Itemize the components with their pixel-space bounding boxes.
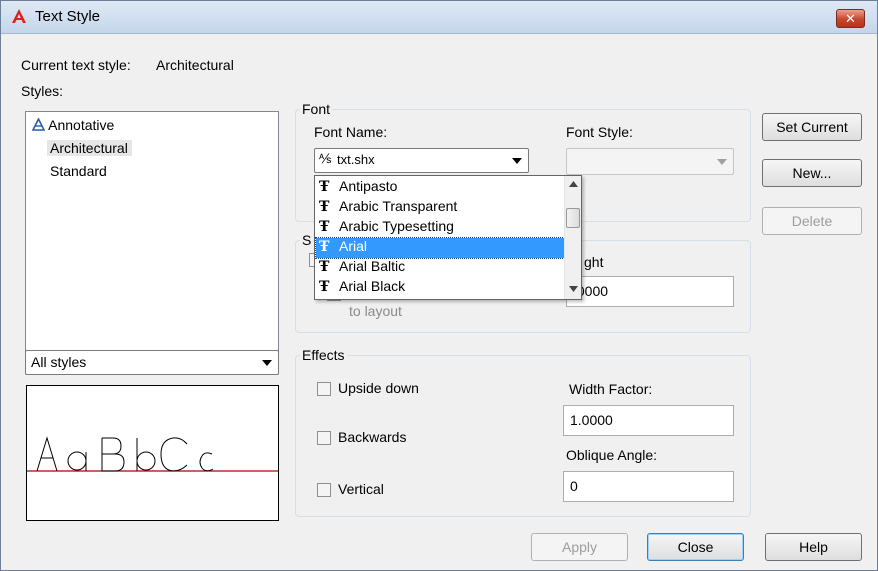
style-architectural: Architectural [50,140,128,156]
scroll-down-icon [569,286,578,292]
paper-height-label: ght [584,254,604,270]
list-item[interactable]: Ŧ Arabic Transparent [316,198,564,218]
close-label: Close [677,539,714,555]
font-name-select[interactable]: ⅍ txt.shx [314,148,529,173]
font-name-dropdown-list[interactable]: Ŧ Antipasto Ŧ Arabic Transparent Ŧ Arabic T… [314,175,582,300]
font-group-title: Font [300,101,333,117]
list-item[interactable]: Ŧ Antipasto [316,178,564,198]
font-option-label: Arial Black [339,278,406,294]
style-annotative: Annotative [48,117,115,133]
upside-down-label: Upside down [338,380,419,396]
font-option-label: Arabic Transparent [339,198,458,214]
styles-label: Styles: [21,83,64,99]
truetype-font-icon: Ŧ [319,179,330,195]
current-style-label: Current text style: [21,57,131,73]
list-item[interactable]: Annotative [31,117,115,133]
truetype-font-icon: Ŧ [319,259,330,275]
help-label: Help [799,539,828,555]
close-button[interactable]: Close [647,533,744,561]
autocad-app-icon [12,9,26,23]
new-style-button[interactable]: New... [762,159,862,187]
backwards-label: Backwards [338,429,407,445]
chevron-down-icon [262,360,272,366]
style-standard: Standard [50,163,107,179]
styles-filter-value: All styles [31,354,87,370]
scrollbar-thumb[interactable] [566,208,580,228]
styles-list[interactable]: Annotative Architectural Standard [25,111,279,371]
preview-text-graphic [27,436,278,472]
font-option-label: Arial [339,238,368,254]
set-current-label: Set Current [776,119,848,135]
backwards-checkbox[interactable] [317,431,331,445]
delete-style-button[interactable]: Delete [762,207,862,235]
close-window-button[interactable]: ✕ [836,9,865,28]
apply-label: Apply [561,539,598,555]
list-item-selected[interactable]: Ŧ Arial [315,237,565,259]
close-icon: ✕ [845,11,856,26]
new-style-label: New... [792,165,832,181]
list-item[interactable]: Ŧ Arabic Typesetting [316,218,564,238]
vertical-checkbox[interactable] [317,483,331,497]
match-layout-label: to layout [349,303,402,319]
upside-down-checkbox[interactable] [317,382,331,396]
apply-button[interactable]: Apply [531,533,628,561]
list-item[interactable]: Ŧ Arial Baltic [316,258,564,278]
dropdown-scrollbar[interactable] [564,176,581,299]
effects-group-title: Effects [300,347,347,363]
font-name-value: txt.shx [337,152,375,167]
chevron-down-icon [512,158,522,164]
font-name-label: Font Name: [314,124,388,140]
scroll-up-icon [569,181,578,187]
dialog-body: Current text style: Architectural Styles… [9,35,875,570]
width-factor-value: 1.0000 [570,412,613,428]
font-style-label: Font Style: [566,124,633,140]
current-style-value: Architectural [156,57,234,73]
oblique-angle-label: Oblique Angle: [566,447,658,463]
title-bar: Text Style ✕ [1,1,877,34]
oblique-angle-input[interactable]: 0 [563,471,734,502]
help-button[interactable]: Help [765,533,862,561]
font-option-label: Arabic Typesetting [339,218,454,234]
annotative-icon [31,117,46,131]
truetype-font-icon: Ŧ [319,279,330,295]
truetype-font-icon: Ŧ [319,199,330,215]
window-title: Text Style [35,8,101,25]
paper-height-input[interactable]: .0000 [566,276,734,307]
truetype-font-icon: Ŧ [319,239,330,255]
set-current-button[interactable]: Set Current [762,113,862,141]
shx-font-icon: ⅍ [319,151,332,166]
text-style-dialog: Text Style ✕ Current text style: Archite… [0,0,878,571]
font-style-select[interactable] [566,148,734,175]
vertical-label: Vertical [338,481,384,497]
truetype-font-icon: Ŧ [319,219,330,235]
font-option-label: Antipasto [339,178,398,194]
width-factor-input[interactable]: 1.0000 [563,405,734,436]
styles-filter-select[interactable]: All styles [25,350,279,375]
oblique-angle-value: 0 [570,478,578,494]
width-factor-label: Width Factor: [569,381,653,397]
list-item-selected[interactable]: Architectural [47,140,132,156]
text-preview [26,385,279,521]
delete-style-label: Delete [791,213,833,229]
chevron-down-icon [717,159,727,165]
list-item[interactable]: Standard [50,163,107,179]
list-item[interactable]: Ŧ Arial Black [316,278,564,298]
size-group-title: S [300,232,314,248]
font-option-label: Arial Baltic [339,258,406,274]
